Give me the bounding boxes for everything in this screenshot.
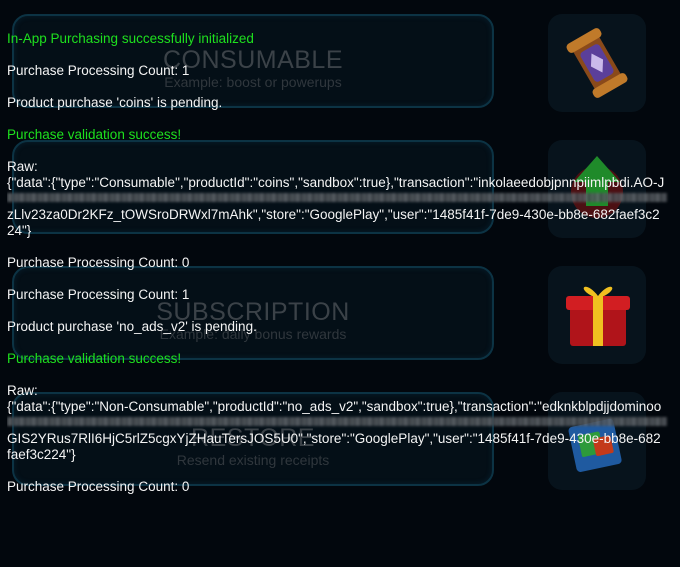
log-validation-success: Purchase validation success! bbox=[7, 127, 182, 142]
log-raw-label: Raw: bbox=[7, 383, 38, 398]
log-raw-json-line: {"data":{"type":"Consumable","productId"… bbox=[7, 175, 665, 190]
log-raw-json-line: faef3c224"} bbox=[7, 447, 76, 462]
log-raw-json-line: {"data":{"type":"Non-Consumable","produc… bbox=[7, 399, 662, 414]
log-processing-count: Purchase Processing Count: 1 bbox=[7, 63, 190, 78]
purchase-log: In-App Purchasing successfully initializ… bbox=[7, 31, 674, 495]
redaction-blur bbox=[7, 193, 667, 202]
log-raw-json-line: GIS2YRus7RlI6HjC5rlZ5cgxYjZHauTersJOS5U0… bbox=[7, 431, 661, 446]
redaction-blur bbox=[7, 417, 667, 426]
log-processing-count: Purchase Processing Count: 0 bbox=[7, 479, 190, 494]
log-redacted-line bbox=[7, 191, 674, 207]
log-processing-count: Purchase Processing Count: 1 bbox=[7, 287, 190, 302]
log-processing-count: Purchase Processing Count: 0 bbox=[7, 255, 190, 270]
log-init-message: In-App Purchasing successfully initializ… bbox=[7, 31, 254, 46]
log-pending-message: Product purchase 'no_ads_v2' is pending. bbox=[7, 319, 257, 334]
log-raw-json-line: zLlv23za0Dr2KFz_tOWSroDRWxl7mAhk","store… bbox=[7, 207, 660, 222]
log-pending-message: Product purchase 'coins' is pending. bbox=[7, 95, 223, 110]
log-redacted-line bbox=[7, 415, 674, 431]
log-raw-label: Raw: bbox=[7, 159, 38, 174]
log-validation-success: Purchase validation success! bbox=[7, 351, 182, 366]
log-raw-json-line: 24"} bbox=[7, 223, 32, 238]
